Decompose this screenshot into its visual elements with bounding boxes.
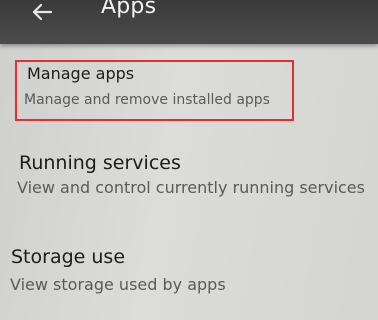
item-summary: View and control currently running servi… xyxy=(17,178,365,197)
item-title: Running services xyxy=(19,152,181,174)
apps-settings-screen: Apps Manage apps Manage and remove insta… xyxy=(0,0,378,320)
settings-item-storage-use[interactable]: Storage use View storage used by apps xyxy=(0,236,378,320)
item-summary: View storage used by apps xyxy=(10,275,226,294)
highlight-annotation xyxy=(15,60,294,121)
back-button[interactable] xyxy=(22,0,62,28)
page-title: Apps xyxy=(101,0,157,19)
item-title: Storage use xyxy=(11,246,126,268)
settings-item-running-services[interactable]: Running services View and control curren… xyxy=(0,140,378,220)
arrow-back-icon xyxy=(31,3,53,25)
app-bar: Apps xyxy=(0,0,378,44)
